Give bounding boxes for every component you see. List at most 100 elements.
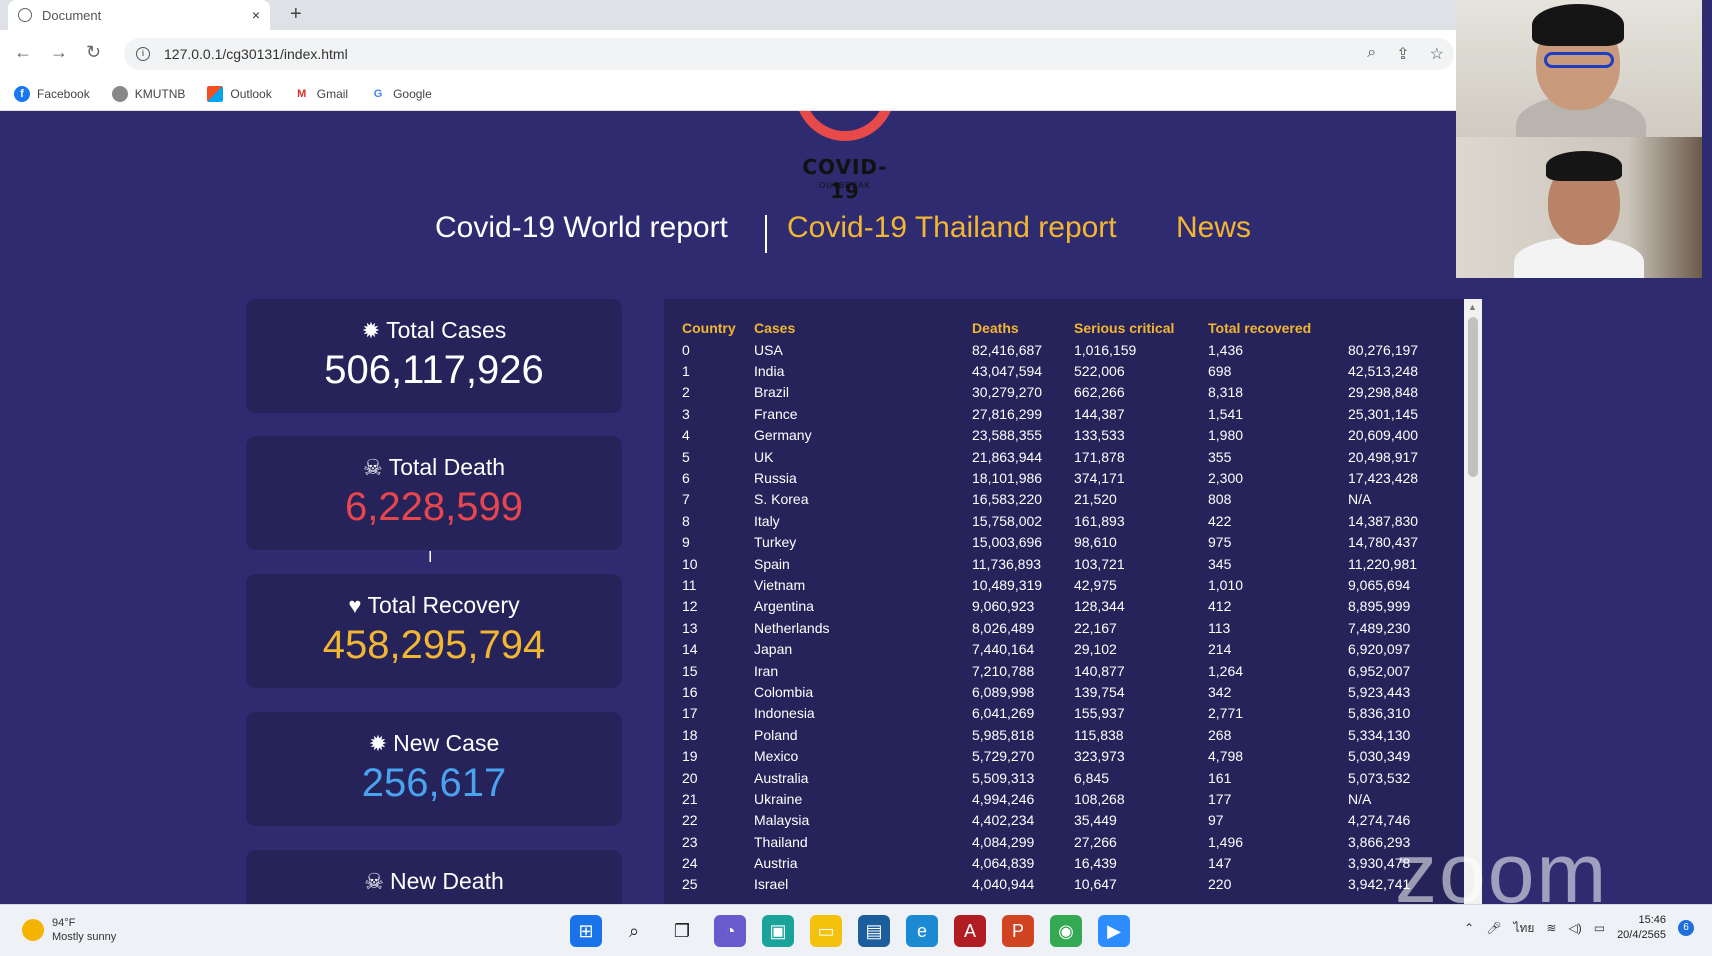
table-row: 22 Malaysia 4,402,234 35,449 97 4,274,746 (682, 810, 1444, 831)
table-cell: 7,210,788 (972, 662, 1035, 679)
reload-icon[interactable]: ↻ (86, 42, 101, 63)
weather-widget[interactable]: 94°F Mostly sunny (22, 916, 116, 944)
table-cell: 115,838 (1074, 726, 1124, 743)
table-cell: 6 (682, 470, 690, 487)
chevron-up-icon[interactable]: ⌃ (1464, 921, 1474, 935)
info-icon[interactable]: i (136, 47, 150, 61)
table-row: 3 France 27,816,299 144,387 1,541 25,301,145 (682, 403, 1444, 424)
app-icon[interactable]: ▤ (858, 915, 890, 947)
zoom-app-icon[interactable]: ▶ (1098, 915, 1130, 947)
table-cell: N/A (1348, 790, 1372, 807)
powerpoint-icon[interactable]: P (1002, 915, 1034, 947)
table-row: 10 Spain 11,736,893 103,721 345 11,220,981 (682, 553, 1444, 574)
edge-icon[interactable]: e (906, 915, 938, 947)
table-cell: 19 (682, 748, 698, 765)
table-row: 9 Turkey 15,003,696 98,610 975 14,780,437 (682, 532, 1444, 553)
table-scrollbar[interactable]: ▲ ▼ (1464, 299, 1482, 904)
battery-icon[interactable]: ▭ (1594, 921, 1605, 935)
table-cell: 412 (1208, 598, 1232, 615)
store-icon[interactable]: ▣ (762, 915, 794, 947)
table-cell: 2,771 (1208, 705, 1244, 722)
microsoft-icon (207, 86, 224, 102)
volume-icon[interactable]: ◁) (1568, 921, 1581, 935)
participant-video-1[interactable] (1456, 0, 1702, 137)
table-row: 24 Austria 4,064,839 16,439 147 3,930,478 (682, 852, 1444, 873)
close-tab-icon[interactable]: × (252, 7, 260, 23)
table-cell: N/A (1348, 491, 1372, 508)
address-bar[interactable]: i 127.0.0.1/cg30131/index.html ⌕ ⇪ ☆ (124, 38, 1454, 70)
new-tab-button[interactable]: + (290, 3, 302, 26)
language-icon[interactable]: ไทย (1513, 919, 1534, 938)
acrobat-icon[interactable]: A (954, 915, 986, 947)
file-explorer-icon[interactable]: ▭ (810, 915, 842, 947)
table-row: 7 S. Korea 16,583,220 21,520 808 N/A (682, 489, 1444, 510)
table-cell: 155,937 (1074, 705, 1125, 722)
table-cell: 25 (682, 876, 698, 893)
browser-tab[interactable]: Document × (8, 0, 270, 30)
bookmark-kmutnb[interactable]: KMUTNB (111, 86, 185, 102)
clock[interactable]: 15:46 20/4/2565 (1617, 913, 1666, 943)
table-cell: 5,836,310 (1348, 705, 1411, 722)
forward-arrow-icon[interactable]: → (50, 42, 68, 63)
participant-video-2[interactable] (1456, 137, 1702, 278)
back-arrow-icon[interactable]: ← (14, 42, 32, 63)
table-cell: 16 (682, 683, 698, 700)
table-cell: 20,609,400 (1348, 427, 1419, 444)
table-cell: UK (754, 448, 774, 465)
share-icon[interactable]: ⇪ (1396, 44, 1409, 64)
chrome-icon[interactable]: ◉ (1050, 915, 1082, 947)
nav-news[interactable]: News (1176, 211, 1251, 245)
table-cell: 80,276,197 (1348, 341, 1419, 358)
bookmark-outlook[interactable]: Outlook (207, 86, 272, 102)
bookmark-gmail[interactable]: M Gmail (293, 86, 348, 102)
table-cell: 11,220,981 (1348, 555, 1418, 572)
table-cell: 15,003,696 (972, 534, 1043, 551)
chat-icon[interactable]: ◔ (714, 915, 746, 947)
table-cell: 0 (682, 341, 690, 358)
table-cell: 374,171 (1074, 470, 1125, 487)
table-cell: 5,729,270 (972, 748, 1035, 765)
total-recovery-value: 458,295,794 (322, 623, 546, 667)
tab-title: Document (42, 7, 102, 23)
table-cell: 43,047,594 (972, 363, 1043, 380)
table-row: 21 Ukraine 4,994,246 108,268 177 N/A (682, 788, 1444, 809)
table-row: 4 Germany 23,588,355 133,533 1,980 20,609,400 (682, 425, 1444, 446)
table-cell: 147 (1208, 855, 1232, 872)
table-cell: 16,439 (1074, 855, 1117, 872)
table-cell: 808 (1208, 491, 1232, 508)
task-view-icon[interactable]: ❐ (666, 915, 698, 947)
nav-thailand-report[interactable]: Covid-19 Thailand report (787, 211, 1117, 245)
table-cell: 4,994,246 (972, 790, 1035, 807)
wifi-icon[interactable]: ≋ (1546, 921, 1556, 935)
notification-badge[interactable]: 6 (1678, 920, 1694, 936)
search-icon[interactable]: ⌕ (618, 915, 650, 947)
table-cell: 97 (1208, 812, 1224, 829)
table-cell: 5,073,532 (1348, 769, 1411, 786)
table-cell: 662,266 (1074, 384, 1125, 401)
bookmark-google[interactable]: G Google (370, 86, 432, 102)
table-cell: 27,816,299 (972, 405, 1043, 422)
table-cell: 10 (682, 555, 698, 572)
windows-start-icon[interactable]: ⊞ (570, 915, 602, 947)
table-cell: 30,279,270 (972, 384, 1043, 401)
bookmark-facebook[interactable]: f Facebook (14, 86, 90, 102)
scroll-up-icon[interactable]: ▲ (1468, 302, 1477, 312)
table-cell: 3 (682, 405, 690, 422)
table-cell: 21,520 (1074, 491, 1117, 508)
table-cell: Japan (754, 641, 793, 658)
country-table-container[interactable]: Country Cases Deaths Serious critical Total … (664, 299, 1482, 904)
table-row: 8 Italy 15,758,002 161,893 422 14,387,830 (682, 510, 1444, 531)
table-row: 23 Thailand 4,084,299 27,266 1,496 3,866,293 (682, 831, 1444, 852)
bookmark-star-icon[interactable]: ☆ (1430, 44, 1444, 64)
nav-world-report[interactable]: Covid-19 World report (435, 211, 728, 245)
table-cell: 4 (682, 427, 690, 444)
microphone-icon[interactable]: 🎤︎ (1486, 921, 1501, 935)
table-cell: Russia (754, 470, 797, 487)
table-cell: 5 (682, 448, 690, 465)
url-text: 127.0.0.1/cg30131/index.html (164, 46, 348, 62)
zoom-search-icon[interactable]: ⌕ (1367, 44, 1376, 64)
table-cell: 8,895,999 (1348, 598, 1411, 615)
scrollbar-thumb[interactable] (1468, 317, 1478, 477)
google-icon: G (370, 86, 387, 102)
person-hair (1546, 151, 1622, 181)
